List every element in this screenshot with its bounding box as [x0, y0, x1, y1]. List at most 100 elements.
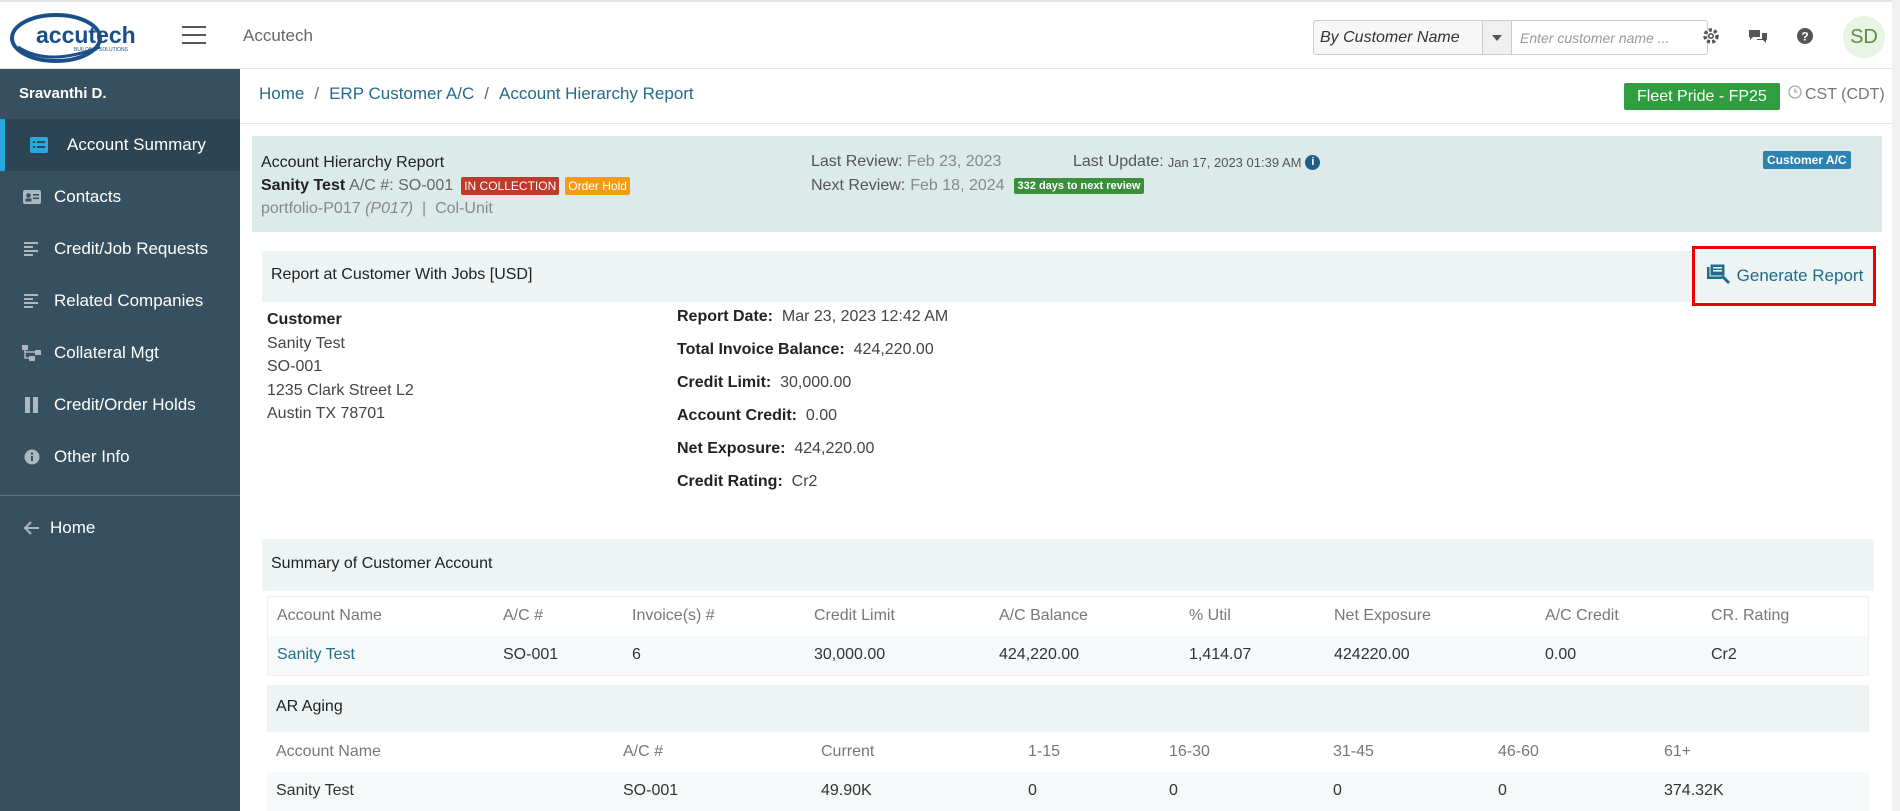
breadcrumb-home-link[interactable]: Home: [259, 84, 304, 104]
hierarchy-icon: [22, 343, 42, 363]
report-detail-row: Credit Rating: Cr2: [677, 473, 948, 506]
report-detail-row: Report Date: Mar 23, 2023 12:42 AM: [677, 308, 948, 341]
customer-search-input[interactable]: [1512, 20, 1708, 55]
logo-subtext: BUILDING SOLUTIONS: [74, 47, 129, 53]
days-to-review-badge: 332 days to next review: [1013, 178, 1145, 194]
gear-icon[interactable]: [1700, 25, 1722, 47]
sidebar-item-contacts[interactable]: Contacts: [0, 171, 240, 223]
sidebar-item-collateral-mgt[interactable]: Collateral Mgt: [0, 327, 240, 379]
report-detail-row: Net Exposure: 424,220.00: [677, 440, 948, 473]
sidebar-divider: [0, 495, 240, 496]
sidebar-item-label: Contacts: [54, 187, 122, 206]
generate-report-button[interactable]: Generate Report: [1692, 246, 1876, 306]
breadcrumb: Home / ERP Customer A/C / Account Hierar…: [259, 84, 694, 104]
top-bar: accutech BUILDING SOLUTIONS Accutech By …: [0, 0, 1900, 69]
table-cell: 0: [1498, 782, 1507, 799]
report-icon: [1705, 263, 1731, 290]
sidebar-item-label: Collateral Mgt: [54, 343, 159, 362]
customer-search: By Customer Name: [1313, 20, 1708, 55]
next-review: Next Review: Feb 18, 2024 332 days to ne…: [811, 177, 1145, 195]
last-review-label: Last Review:: [811, 153, 903, 170]
breadcrumb-erp-link[interactable]: ERP Customer A/C: [329, 84, 474, 104]
scrollbar[interactable]: [1892, 0, 1900, 811]
order-hold-badge: Order Hold: [565, 177, 630, 195]
last-review: Last Review: Feb 23, 2023: [811, 153, 1001, 171]
user-avatar[interactable]: SD: [1843, 16, 1885, 58]
contact-card-icon: [22, 187, 42, 207]
column-header: 61+: [1664, 743, 1692, 760]
chevron-down-icon[interactable]: [1483, 20, 1512, 55]
sidebar-item-label: Other Info: [54, 447, 130, 466]
unit-name: Col-Unit: [435, 200, 493, 217]
detail-value: 424,220.00: [794, 440, 875, 457]
table-cell: SO-001: [503, 646, 559, 663]
table-header-row: Account Name A/C # Invoice(s) # Credit L…: [268, 597, 1868, 636]
table-cell: 374.32K: [1664, 782, 1724, 799]
detail-label: Account Credit:: [677, 407, 797, 424]
customer-line: Sanity Test: [267, 334, 345, 352]
customer-line: 1235 Clark Street L2: [267, 381, 414, 399]
next-review-label: Next Review:: [811, 177, 906, 194]
summary-header: Summary of Customer Account: [262, 539, 1874, 591]
sidebar-item-credit-job-requests[interactable]: Credit/Job Requests: [0, 223, 240, 275]
fleet-badge: Fleet Pride - FP25: [1624, 83, 1780, 110]
sidebar-item-other-info[interactable]: Other Info: [0, 431, 240, 483]
next-review-value: Feb 18, 2024: [910, 177, 1005, 194]
customer-line: Austin TX 78701: [267, 405, 386, 422]
portfolio-line: portfolio-P017 (P017) | Col-Unit: [261, 200, 493, 217]
detail-label: Total Invoice Balance:: [677, 341, 845, 358]
svg-text:?: ?: [1801, 30, 1808, 44]
table-cell: 30,000.00: [814, 646, 886, 663]
menu-toggle-icon[interactable]: [182, 26, 206, 46]
sidebar-item-home[interactable]: Home: [0, 502, 240, 554]
table-cell: 424220.00: [1334, 646, 1410, 663]
table-cell: Sanity Test: [276, 782, 354, 799]
column-header: Current: [821, 743, 875, 760]
breadcrumb-separator: /: [314, 84, 320, 103]
sidebar-item-label: Home: [50, 518, 96, 537]
table-cell: Cr2: [1711, 646, 1737, 663]
help-icon[interactable]: ?: [1794, 25, 1816, 47]
table-cell: 0: [1169, 782, 1178, 799]
column-header: CR. Rating: [1711, 607, 1790, 624]
table-cell: 49.90K: [821, 782, 872, 799]
detail-label: Credit Limit:: [677, 374, 772, 391]
customer-address-block: Customer Sanity Test SO-001 1235 Clark S…: [267, 308, 414, 426]
info-icon[interactable]: i: [1305, 154, 1321, 170]
report-detail-row: Total Invoice Balance: 424,220.00: [677, 341, 948, 374]
summary-table: Account Name A/C # Invoice(s) # Credit L…: [267, 596, 1869, 676]
account-name-link[interactable]: Sanity Test: [277, 646, 355, 664]
sidebar-item-related-companies[interactable]: Related Companies: [0, 275, 240, 327]
search-type-select[interactable]: By Customer Name: [1313, 20, 1483, 55]
report-header: Report at Customer With Jobs [USD] Gener…: [262, 246, 1876, 306]
list-icon: [29, 135, 49, 155]
table-row: Sanity Test SO-001 6 30,000.00 424,220.0…: [268, 636, 1868, 675]
column-header: Account Name: [277, 607, 382, 624]
pause-icon: [22, 395, 42, 415]
ar-aging-table: Account Name A/C # Current 1-15 16-30 31…: [267, 733, 1869, 811]
lines-icon: [22, 291, 42, 311]
account-name: Sanity Test: [261, 177, 346, 194]
summary-title: Summary of Customer Account: [271, 555, 493, 572]
last-update-label: Last Update:: [1073, 153, 1164, 170]
sidebar-item-account-summary[interactable]: Account Summary: [0, 119, 240, 171]
sidebar-item-label: Account Summary: [67, 135, 206, 154]
account-report-title: Account Hierarchy Report: [261, 154, 445, 171]
chat-icon[interactable]: [1747, 25, 1769, 47]
column-header: A/C #: [623, 743, 664, 760]
sidebar-item-credit-order-holds[interactable]: Credit/Order Holds: [0, 379, 240, 431]
timezone: CST (CDT): [1788, 85, 1885, 104]
accutech-logo[interactable]: accutech BUILDING SOLUTIONS: [8, 9, 158, 65]
column-header: A/C #: [503, 607, 544, 624]
timezone-label: CST (CDT): [1805, 85, 1885, 103]
app-name: Accutech: [243, 26, 313, 45]
breadcrumb-current[interactable]: Account Hierarchy Report: [499, 84, 694, 104]
breadcrumb-separator: /: [484, 84, 490, 103]
table-cell: SO-001: [623, 782, 679, 799]
report-detail-row: Account Credit: 0.00: [677, 407, 948, 440]
customer-ac-label: Customer A/C: [1763, 151, 1851, 169]
column-header: 1-15: [1028, 743, 1061, 760]
portfolio-code: (P017): [365, 200, 414, 217]
detail-value: Cr2: [791, 473, 818, 490]
detail-label: Credit Rating:: [677, 473, 783, 490]
